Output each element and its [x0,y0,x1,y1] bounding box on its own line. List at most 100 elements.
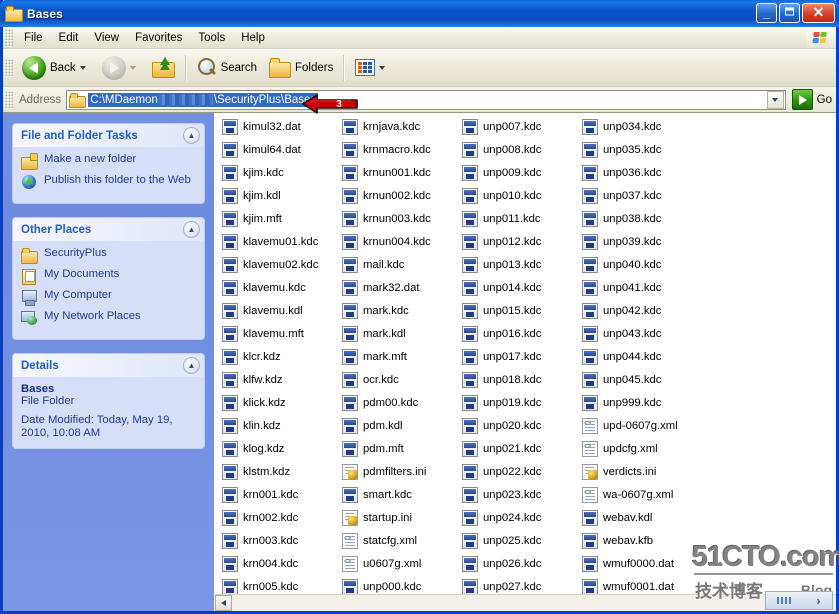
file-item[interactable]: unp045.kdc [579,368,724,391]
file-item[interactable]: unp042.kdc [579,299,724,322]
address-dropdown-button[interactable] [766,90,784,109]
file-item[interactable]: unp044.kdc [579,345,724,368]
file-item[interactable]: verdicts.ini [579,460,724,483]
file-item[interactable]: unp023.kdc [459,483,579,506]
sidebar-item-my-computer[interactable]: My Computer [21,289,196,306]
file-item[interactable]: unp025.kdc [459,529,579,552]
file-item[interactable]: krnun001.kdc [339,161,459,184]
horizontal-scrollbar[interactable] [215,594,836,611]
file-item[interactable]: mail.kdc [339,253,459,276]
file-item[interactable]: wa-0607g.xml [579,483,724,506]
sidebar-item-make-new-folder[interactable]: Make a new folder [21,153,196,170]
file-item[interactable]: smart.kdc [339,483,459,506]
file-item[interactable]: updcfg.xml [579,437,724,460]
file-item[interactable]: krn004.kdc [219,552,339,575]
file-item[interactable]: unp013.kdc [459,253,579,276]
file-item[interactable]: unp038.kdc [579,207,724,230]
file-item[interactable]: krnun004.kdc [339,230,459,253]
file-item[interactable]: unp036.kdc [579,161,724,184]
back-dropdown-icon[interactable] [79,65,86,70]
file-item[interactable]: mark.mft [339,345,459,368]
file-item[interactable]: krnun002.kdc [339,184,459,207]
file-item[interactable]: unp018.kdc [459,368,579,391]
file-item[interactable]: pdm.mft [339,437,459,460]
forward-button[interactable] [96,53,146,83]
file-item[interactable]: krn001.kdc [219,483,339,506]
scroll-left-button[interactable] [215,595,232,611]
file-item[interactable]: unp015.kdc [459,299,579,322]
back-button[interactable]: Back [16,53,96,83]
file-item[interactable]: klick.kdz [219,391,339,414]
file-item[interactable]: krnmacro.kdc [339,138,459,161]
file-item[interactable]: unp037.kdc [579,184,724,207]
file-item[interactable]: klavemu02.kdc [219,253,339,276]
file-item[interactable]: u0607g.xml [339,552,459,575]
views-dropdown-icon[interactable] [379,65,386,70]
file-item[interactable]: klavemu.kdl [219,299,339,322]
up-button[interactable] [146,53,181,83]
file-item[interactable]: mark.kdl [339,322,459,345]
file-item[interactable]: unp039.kdc [579,230,724,253]
file-item[interactable]: unp016.kdc [459,322,579,345]
menu-item-view[interactable]: View [86,30,127,46]
file-item[interactable]: unp012.kdc [459,230,579,253]
file-item[interactable]: klcr.kdz [219,345,339,368]
file-item[interactable]: unp019.kdc [459,391,579,414]
minimize-button[interactable]: _ [756,3,777,23]
file-item[interactable]: webav.kfb [579,529,724,552]
file-item[interactable]: unp011.kdc [459,207,579,230]
file-item[interactable]: krnun003.kdc [339,207,459,230]
file-item[interactable]: startup.ini [339,506,459,529]
file-item[interactable]: unp026.kdc [459,552,579,575]
address-input[interactable]: C:\MDaemon \SecurityPlus\Bases [66,89,786,110]
file-item[interactable]: klstm.kdz [219,460,339,483]
file-item[interactable]: kimul32.dat [219,115,339,138]
file-item[interactable]: klavemu.mft [219,322,339,345]
file-item[interactable]: unp022.kdc [459,460,579,483]
file-item[interactable]: webav.kdl [579,506,724,529]
file-item[interactable]: unp024.kdc [459,506,579,529]
file-item[interactable]: unp020.kdc [459,414,579,437]
menu-grip-handle[interactable] [5,28,13,47]
file-item[interactable]: statcfg.xml [339,529,459,552]
menu-item-file[interactable]: File [16,30,51,46]
file-item[interactable]: pdm.kdl [339,414,459,437]
file-item[interactable]: klavemu.kdc [219,276,339,299]
file-item[interactable]: unp034.kdc [579,115,724,138]
file-item[interactable]: kjim.kdc [219,161,339,184]
file-item[interactable]: unp999.kdc [579,391,724,414]
file-item[interactable]: unp043.kdc [579,322,724,345]
chevron-up-icon[interactable]: ▲ [183,357,200,374]
sidebar-item-publish-folder-web[interactable]: Publish this folder to the Web [21,174,196,190]
sidebar-item-my-network-places[interactable]: My Network Places [21,310,196,326]
file-item[interactable]: klog.kdz [219,437,339,460]
panel-header[interactable]: Details ▲ [13,354,204,377]
go-button[interactable]: Go [791,89,832,110]
search-button[interactable]: Search [191,53,263,83]
file-list-pane[interactable]: kimul32.dat kimul64.dat kjim.kdc kjim.kdl kj… [214,113,836,611]
file-item[interactable]: unp014.kdc [459,276,579,299]
file-item[interactable]: klfw.kdz [219,368,339,391]
file-item[interactable]: kjim.kdl [219,184,339,207]
menu-item-edit[interactable]: Edit [51,30,87,46]
file-item[interactable]: unp040.kdc [579,253,724,276]
menu-item-favorites[interactable]: Favorites [127,30,190,46]
file-item[interactable]: klin.kdz [219,414,339,437]
sidebar-item-my-documents[interactable]: My Documents [21,268,196,285]
menu-item-help[interactable]: Help [233,30,273,46]
menu-item-tools[interactable]: Tools [190,30,233,46]
toolbar-grip-handle[interactable] [5,58,13,77]
chevron-up-icon[interactable]: ▲ [183,221,200,238]
file-item[interactable]: unp021.kdc [459,437,579,460]
file-item[interactable]: unp009.kdc [459,161,579,184]
file-item[interactable]: mark.kdc [339,299,459,322]
file-item[interactable]: mark32.dat [339,276,459,299]
file-item[interactable]: klavemu01.kdc [219,230,339,253]
file-item[interactable]: pdm00.kdc [339,391,459,414]
file-item[interactable]: unp008.kdc [459,138,579,161]
forward-dropdown-icon[interactable] [129,65,136,70]
panel-header[interactable]: Other Places ▲ [13,218,204,241]
file-item[interactable]: kjim.mft [219,207,339,230]
file-item[interactable]: wmuf0000.dat [579,552,724,575]
views-button[interactable] [349,53,395,83]
